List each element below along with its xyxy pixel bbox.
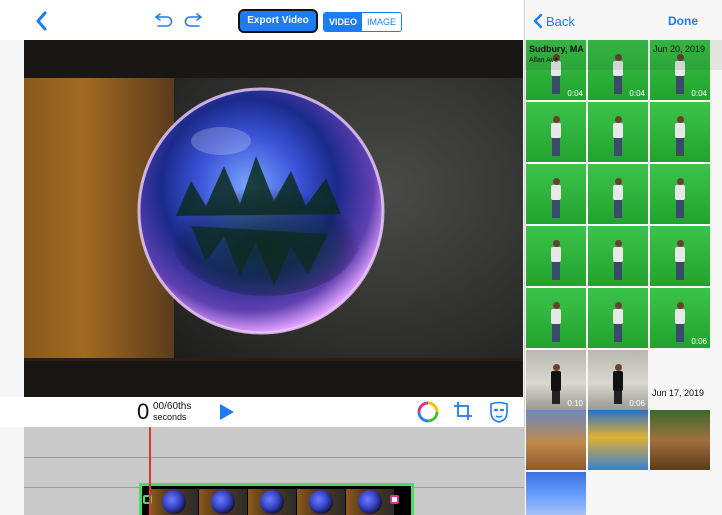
video-duration-label: 0:04 — [691, 89, 707, 98]
picker-done-button[interactable]: Done — [668, 14, 698, 28]
group-date: Jun 20, 2019 — [652, 44, 705, 54]
redo-icon[interactable] — [183, 12, 203, 28]
photo-tile[interactable] — [526, 288, 586, 348]
person-figure — [674, 302, 686, 342]
picker-back-label: Back — [546, 13, 575, 29]
clip-thumbnail — [199, 489, 247, 515]
person-figure — [550, 364, 562, 404]
mask-icon[interactable] — [488, 400, 510, 424]
person-figure — [550, 178, 562, 218]
preview-letterbox-bottom — [24, 361, 523, 397]
person-figure — [550, 240, 562, 280]
photo-picker-panel: Back Done 0:04 0:04 0:04 0:06 0:10 0:06 Sudbu… — [524, 0, 722, 515]
photo-tile[interactable] — [526, 102, 586, 162]
app: Export Video VIDEO IMAGE 0 00/60ths seco… — [0, 0, 722, 515]
person-figure — [612, 178, 624, 218]
photo-tile[interactable] — [650, 102, 710, 162]
photo-tile[interactable] — [588, 226, 648, 286]
picker-navbar: Back Done — [525, 0, 722, 40]
video-duration-label: 0:06 — [691, 337, 707, 346]
bubble-image — [137, 87, 385, 335]
group-sublocation: Allan Ave — [529, 57, 559, 64]
playhead[interactable] — [149, 427, 151, 515]
photo-tile[interactable] — [526, 164, 586, 224]
photo-tile[interactable]: 0:06 — [650, 288, 710, 348]
editor-toolbar: Export Video VIDEO IMAGE — [0, 0, 524, 40]
person-figure — [612, 240, 624, 280]
time-seconds-value: 0 — [137, 399, 150, 424]
mode-segmented-control: VIDEO IMAGE — [323, 12, 403, 32]
playback-bar: 0 00/60ths seconds — [0, 397, 524, 427]
video-duration-label: 0:04 — [567, 89, 583, 98]
group-header: Sudbury, MA Allan Ave Jun 20, 2019 — [525, 40, 722, 70]
clip-thumbnail — [150, 489, 198, 515]
photo-tile[interactable] — [650, 164, 710, 224]
photo-tile[interactable] — [588, 410, 648, 470]
person-figure — [550, 302, 562, 342]
clip-thumbnail — [248, 489, 296, 515]
photo-tile[interactable]: 0:10 — [526, 350, 586, 410]
mode-video-tab[interactable]: VIDEO — [324, 13, 363, 31]
track-divider — [24, 457, 524, 458]
undo-icon[interactable] — [154, 12, 174, 28]
photo-tile[interactable] — [588, 164, 648, 224]
time-unit-label: seconds — [153, 412, 187, 422]
video-editor: Export Video VIDEO IMAGE 0 00/60ths seco… — [0, 0, 524, 515]
photo-tile[interactable] — [650, 226, 710, 286]
person-figure — [612, 116, 624, 156]
person-figure — [674, 240, 686, 280]
play-icon[interactable] — [218, 402, 236, 422]
chevron-left-icon — [533, 13, 543, 29]
photo-tile[interactable] — [588, 288, 648, 348]
preview-letterbox-top — [24, 40, 523, 78]
time-fraction-value: 00/60ths — [153, 401, 192, 412]
clip-end-handle[interactable] — [390, 495, 399, 504]
video-preview[interactable] — [24, 40, 523, 397]
clip-thumbnail — [297, 489, 345, 515]
export-video-button[interactable]: Export Video — [238, 9, 318, 33]
video-duration-label: 0:04 — [629, 89, 645, 98]
person-figure — [612, 302, 624, 342]
clip-thumbnail — [346, 489, 394, 515]
color-wheel-icon[interactable] — [417, 401, 439, 423]
group-date: Jun 17, 2019 — [651, 388, 704, 398]
group-location: Sudbury, MA — [529, 44, 584, 54]
photo-tile[interactable] — [650, 410, 710, 470]
video-duration-label: 0:06 — [629, 399, 645, 408]
mode-image-tab[interactable]: IMAGE — [362, 13, 402, 31]
person-figure — [674, 178, 686, 218]
person-figure — [674, 116, 686, 156]
crop-icon[interactable] — [452, 400, 474, 422]
video-clip[interactable] — [139, 483, 414, 515]
photo-tile[interactable] — [526, 472, 586, 515]
video-duration-label: 0:10 — [567, 399, 583, 408]
photo-tile[interactable]: 0:06 — [588, 350, 648, 410]
person-figure — [612, 364, 624, 404]
picker-back-button[interactable]: Back — [533, 13, 575, 29]
back-icon[interactable] — [34, 10, 50, 32]
photo-tile[interactable] — [588, 102, 648, 162]
timeline[interactable] — [24, 427, 524, 515]
photo-tile[interactable] — [526, 410, 586, 470]
photo-tile[interactable] — [526, 226, 586, 286]
person-figure — [550, 116, 562, 156]
